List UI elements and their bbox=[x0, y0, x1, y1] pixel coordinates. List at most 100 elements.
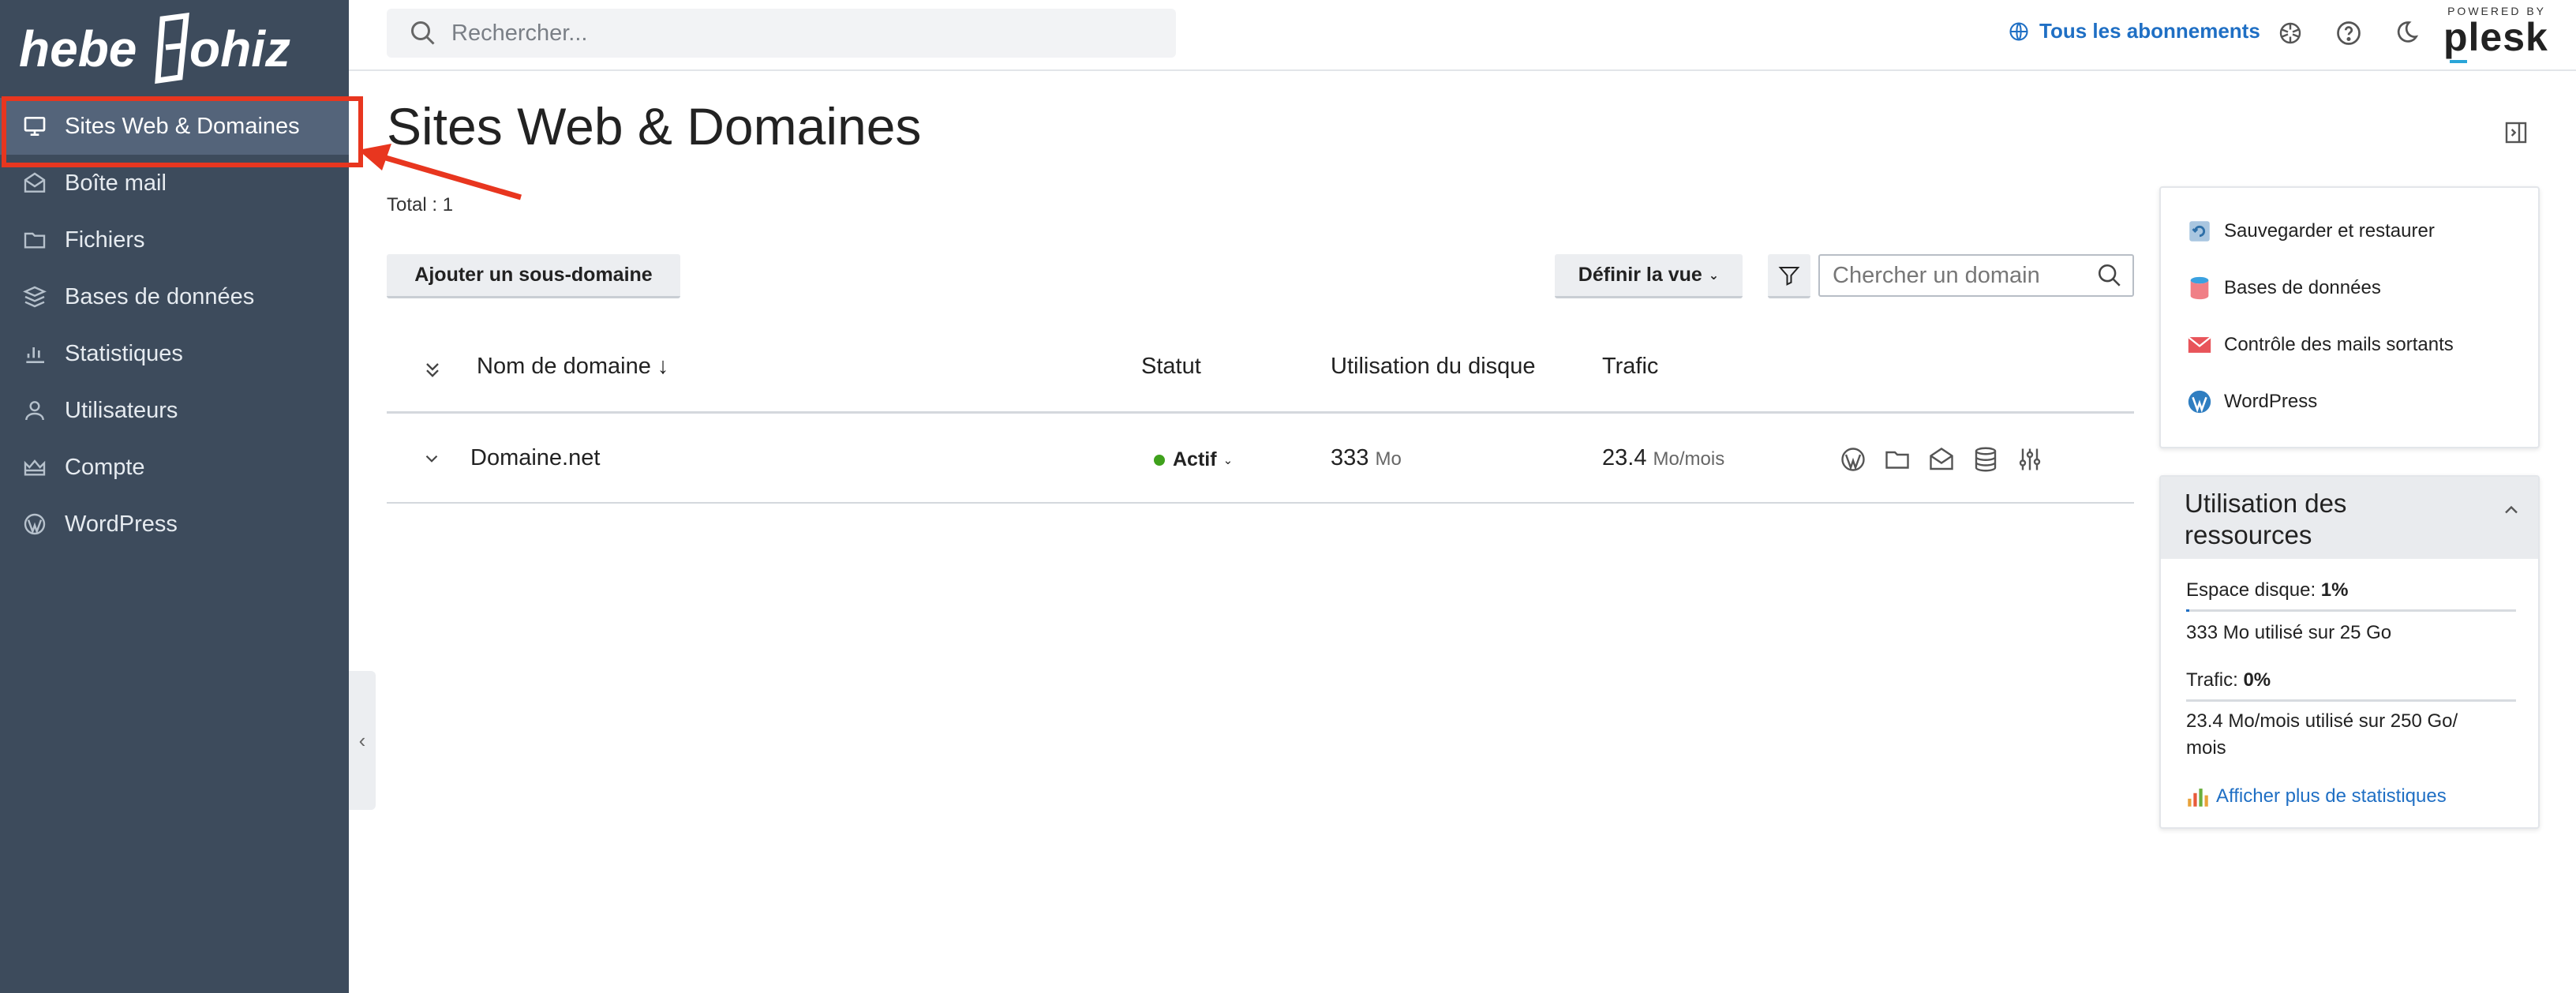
chevron-down-icon: ⌄ bbox=[1222, 453, 1234, 467]
resource-usage-card: Utilisation des ressources Espace disque… bbox=[2159, 475, 2540, 829]
settings-sliders-icon[interactable] bbox=[2016, 445, 2044, 474]
sidebar-item-mail[interactable]: Boîte mail bbox=[0, 155, 349, 212]
sidebar-item-label: Bases de données bbox=[65, 283, 255, 309]
filter-button[interactable] bbox=[1768, 254, 1810, 298]
filter-icon bbox=[1778, 266, 1800, 286]
chevron-up-icon[interactable] bbox=[2500, 499, 2522, 521]
column-domain-name[interactable]: Nom de domaine ↓ bbox=[477, 354, 668, 380]
wordpress-icon[interactable] bbox=[1839, 445, 1867, 474]
sidebar: hebe ohiz Sites Web & Domaines Boîte mai… bbox=[0, 0, 363, 993]
traffic-detail-line-1: 23.4 Mo/mois utilisé sur 250 Go/ bbox=[2186, 710, 2458, 732]
help-icon[interactable] bbox=[2334, 19, 2363, 47]
database-icon bbox=[21, 283, 49, 311]
total-count: Total : 1 bbox=[387, 194, 454, 215]
table-row: Domaine.net Actif ⌄ 333 Mo 23.4 Mo/mois bbox=[387, 415, 2134, 504]
sidebar-item-label: Utilisateurs bbox=[65, 397, 178, 423]
chevron-left-icon: ‹ bbox=[358, 728, 366, 752]
traffic-usage-bar bbox=[2186, 699, 2516, 702]
sidebar-item-databases[interactable]: Bases de données bbox=[0, 268, 349, 325]
status-label: Actif bbox=[1173, 448, 1217, 470]
page-title: Sites Web & Domaines bbox=[387, 97, 922, 156]
plesk-wordmark: plesk bbox=[2443, 15, 2548, 59]
quick-link-wordpress[interactable]: WordPress bbox=[2186, 388, 2317, 415]
resource-usage-title: Utilisation des ressources bbox=[2185, 489, 2347, 549]
column-traffic: Trafic bbox=[1602, 354, 1659, 379]
traffic-detail-line-2: mois bbox=[2186, 737, 2226, 759]
search-icon[interactable] bbox=[2096, 262, 2123, 289]
user-icon bbox=[21, 396, 49, 425]
sidebar-item-account[interactable]: Compte bbox=[0, 439, 349, 496]
sidebar-item-users[interactable]: Utilisateurs bbox=[0, 382, 349, 439]
globe-icon bbox=[2009, 21, 2028, 41]
traffic-value: 23.4 Mo/mois bbox=[1602, 445, 1724, 471]
search-icon bbox=[411, 21, 435, 45]
quick-link-outgoing-mail[interactable]: Contrôle des mails sortants bbox=[2186, 332, 2454, 358]
folder-icon[interactable] bbox=[1883, 445, 1911, 474]
domains-table-header: Nom de domaine ↓ Statut Utilisation du d… bbox=[387, 330, 2134, 414]
envelope-icon bbox=[2186, 332, 2213, 358]
domain-search bbox=[1818, 254, 2134, 297]
bar-chart-icon bbox=[21, 339, 49, 368]
plesk-logo: POWERED BY plesk bbox=[2443, 5, 2548, 66]
domain-name-link[interactable]: Domaine.net bbox=[470, 445, 600, 471]
expand-all-icon[interactable] bbox=[421, 358, 444, 380]
traffic-percent: 0% bbox=[2243, 669, 2271, 691]
wordpress-icon bbox=[2186, 388, 2213, 415]
bar-chart-icon bbox=[2188, 789, 2208, 807]
database-icon bbox=[2186, 275, 2213, 302]
plesk-underline bbox=[2450, 60, 2467, 63]
svg-text:hebe: hebe bbox=[19, 21, 137, 77]
dark-mode-icon[interactable] bbox=[2391, 19, 2420, 47]
all-subscriptions-label: Tous les abonnements bbox=[2039, 19, 2260, 43]
sidebar-item-label: Compte bbox=[65, 454, 145, 480]
sidebar-item-label: Boîte mail bbox=[65, 170, 167, 196]
brand-logo-image: hebe ohiz bbox=[19, 12, 290, 84]
sidebar-item-label: Sites Web & Domaines bbox=[65, 113, 300, 139]
quick-link-label: WordPress bbox=[2224, 391, 2318, 412]
more-statistics-link[interactable]: Afficher plus de statistiques bbox=[2185, 783, 2447, 810]
status-badge[interactable]: Actif ⌄ bbox=[1154, 448, 1233, 471]
sidebar-item-label: Statistiques bbox=[65, 340, 183, 366]
define-view-button[interactable]: Définir la vue ⌄ bbox=[1555, 254, 1743, 298]
sidebar-item-label: Fichiers bbox=[65, 227, 145, 253]
mail-icon bbox=[21, 169, 49, 197]
sidebar-collapse-handle[interactable]: ‹ bbox=[349, 671, 376, 810]
all-subscriptions-link[interactable]: Tous les abonnements bbox=[2008, 19, 2260, 43]
mail-icon[interactable] bbox=[1927, 445, 1956, 474]
sidebar-item-wordpress[interactable]: WordPress bbox=[0, 496, 349, 553]
disk-space-percent: 1% bbox=[2320, 579, 2349, 601]
disk-usage-fill bbox=[2186, 609, 2190, 612]
chevron-down-icon: ⌄ bbox=[1708, 268, 1720, 283]
sidebar-item-label: WordPress bbox=[65, 511, 178, 537]
column-status: Statut bbox=[1141, 354, 1201, 379]
panel-toggle-icon[interactable] bbox=[2503, 120, 2529, 145]
disk-usage-bar bbox=[2186, 609, 2516, 612]
quick-link-backup[interactable]: Sauvegarder et restaurer bbox=[2186, 218, 2435, 245]
sidebar-item-files[interactable]: Fichiers bbox=[0, 212, 349, 268]
sidebar-item-websites[interactable]: Sites Web & Domaines bbox=[0, 96, 363, 167]
traffic-label: Trafic: bbox=[2186, 669, 2238, 691]
search-input[interactable] bbox=[451, 20, 1146, 47]
resource-usage-header[interactable]: Utilisation des ressources bbox=[2161, 477, 2538, 559]
more-statistics-label: Afficher plus de statistiques bbox=[2216, 785, 2447, 807]
database-icon[interactable] bbox=[1971, 445, 2000, 474]
quick-link-label: Contrôle des mails sortants bbox=[2224, 334, 2454, 355]
global-search bbox=[387, 9, 1176, 58]
sidebar-item-statistics[interactable]: Statistiques bbox=[0, 325, 349, 382]
chevron-down-icon[interactable] bbox=[421, 448, 442, 469]
brand-logo[interactable]: hebe ohiz bbox=[19, 8, 327, 87]
folder-icon bbox=[21, 226, 49, 254]
traffic-number: 23.4 bbox=[1602, 445, 1647, 470]
add-subdomain-button[interactable]: Ajouter un sous-domaine bbox=[387, 254, 680, 298]
extensions-icon[interactable] bbox=[2276, 19, 2305, 47]
top-bar: Tous les abonnements POWERED BY plesk bbox=[349, 0, 2576, 71]
define-view-label: Définir la vue bbox=[1578, 264, 1702, 286]
disk-unit: Mo bbox=[1375, 448, 1402, 470]
quick-links-card: Sauvegarder et restaurer Bases de donnée… bbox=[2159, 186, 2540, 448]
quick-link-databases[interactable]: Bases de données bbox=[2186, 275, 2381, 302]
row-actions bbox=[1839, 445, 2060, 474]
quick-link-label: Sauvegarder et restaurer bbox=[2224, 220, 2435, 242]
quick-link-label: Bases de données bbox=[2224, 277, 2381, 298]
disk-usage-value: 333 Mo bbox=[1331, 445, 1402, 471]
domain-search-input[interactable] bbox=[1833, 262, 2085, 289]
